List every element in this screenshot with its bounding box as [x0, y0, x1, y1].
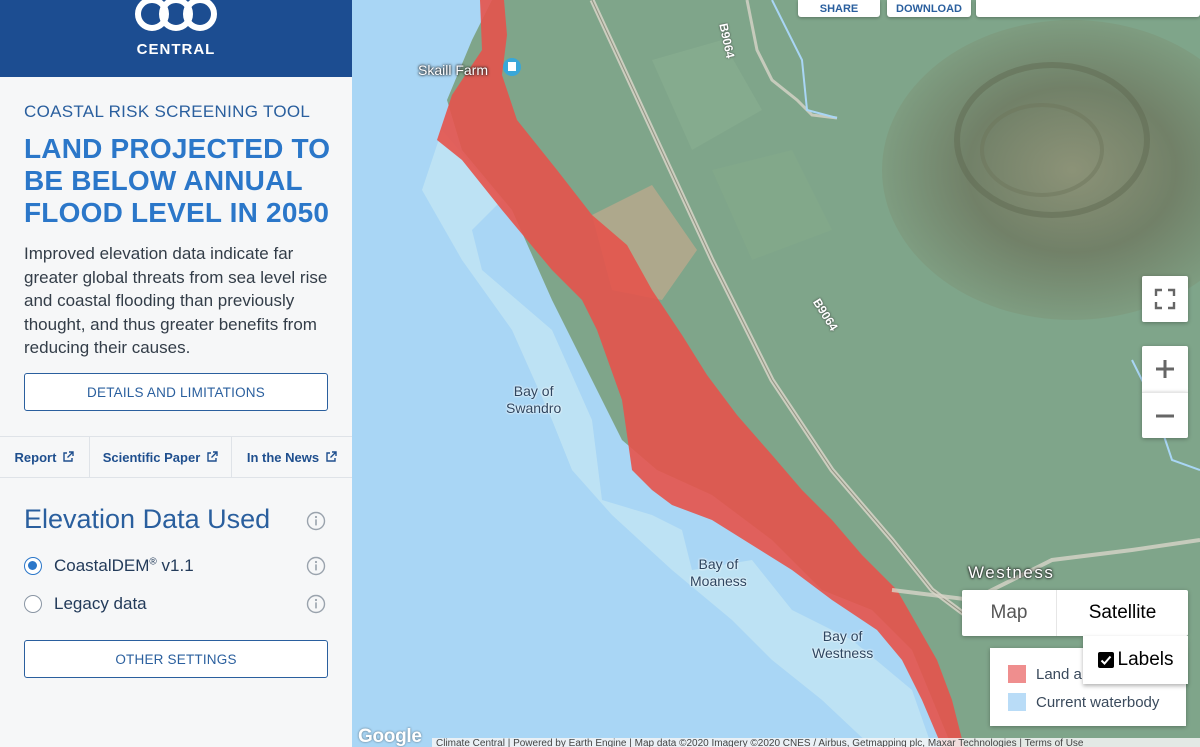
- legend-label: Current waterbody: [1036, 693, 1160, 711]
- links-row: Report Scientific Paper In the News: [0, 436, 352, 478]
- info-icon[interactable]: [306, 511, 326, 531]
- elevation-data-title: Elevation Data Used: [24, 504, 271, 534]
- logo-header[interactable]: CENTRAL: [0, 0, 352, 77]
- other-settings-button[interactable]: OTHER SETTINGS: [24, 640, 328, 678]
- legacy-data-option[interactable]: Legacy data: [24, 594, 147, 614]
- minus-icon: [1156, 414, 1174, 417]
- external-link-icon: [326, 451, 337, 462]
- labels-label: Labels: [1117, 649, 1174, 670]
- map-attribution[interactable]: Climate Central | Powered by Earth Engin…: [432, 738, 1200, 747]
- westness-label: Westness: [968, 563, 1055, 582]
- fullscreen-button[interactable]: [1142, 276, 1188, 322]
- legend-swatch: [1008, 665, 1026, 683]
- tool-label: COASTAL RISK SCREENING TOOL: [24, 102, 311, 121]
- bay-of-swandro-label: Bay of Swandro: [506, 383, 562, 416]
- scientific-paper-link[interactable]: Scientific Paper: [90, 437, 232, 477]
- logo-text: CENTRAL: [136, 41, 216, 58]
- google-logo[interactable]: Google: [358, 726, 422, 747]
- map-type-satellite-button[interactable]: Satellite: [1057, 590, 1188, 636]
- skaill-farm-label[interactable]: Skaill Farm: [418, 62, 488, 79]
- legend-swatch: [1008, 693, 1026, 711]
- report-link[interactable]: Report: [0, 437, 90, 477]
- page-title: LAND PROJECTED TO BE BELOW ANNUAL FLOOD …: [24, 133, 331, 228]
- zoom-out-button[interactable]: [1142, 392, 1188, 438]
- scientific-paper-link-label: Scientific Paper: [102, 449, 201, 465]
- climate-central-logo-icon: [135, 0, 217, 31]
- legend-item-land: Land a: [1008, 665, 1082, 683]
- map-type-map-button[interactable]: Map: [962, 590, 1057, 636]
- legacy-data-label: Legacy data: [54, 594, 147, 613]
- map-canvas[interactable]: Skaill Farm Bay of Swandro Bay of Moanes…: [352, 0, 1200, 747]
- radio-button[interactable]: [24, 595, 42, 613]
- in-the-news-link[interactable]: In the News: [232, 437, 352, 477]
- external-link-icon: [63, 451, 75, 462]
- in-the-news-link-label: In the News: [246, 449, 320, 465]
- coastaldem-label: CoastalDEM® v1.1: [54, 556, 194, 575]
- details-and-limitations-button[interactable]: DETAILS AND LIMITATIONS: [24, 373, 328, 411]
- info-icon[interactable]: [306, 594, 326, 614]
- search-input[interactable]: [976, 0, 1200, 17]
- sidebar: CENTRAL COASTAL RISK SCREENING TOOL LAND…: [0, 0, 352, 747]
- bay-of-westness-label: Bay of Westness: [812, 628, 874, 661]
- legend-item-water: Current waterbody: [1008, 693, 1159, 711]
- checkbox-checked-icon: [1097, 652, 1114, 668]
- plus-icon: [1156, 360, 1174, 378]
- map-type-control: Map Satellite: [962, 590, 1188, 636]
- fullscreen-icon: [1154, 288, 1176, 310]
- download-button[interactable]: DOWNLOAD: [887, 0, 971, 17]
- zoom-in-button[interactable]: [1142, 346, 1188, 392]
- share-button[interactable]: SHARE: [798, 0, 880, 17]
- bay-of-moaness-label: Bay of Moaness: [690, 556, 747, 589]
- radio-button-selected[interactable]: [24, 557, 42, 575]
- coastaldem-option[interactable]: CoastalDEM® v1.1: [24, 556, 194, 576]
- legend-label: Land a: [1036, 665, 1082, 683]
- external-link-icon: [207, 451, 218, 462]
- info-icon[interactable]: [306, 556, 326, 576]
- labels-checkbox[interactable]: Labels: [1083, 636, 1188, 684]
- intro-text: Improved elevation data indicate far gre…: [24, 244, 328, 358]
- report-link-label: Report: [14, 449, 57, 465]
